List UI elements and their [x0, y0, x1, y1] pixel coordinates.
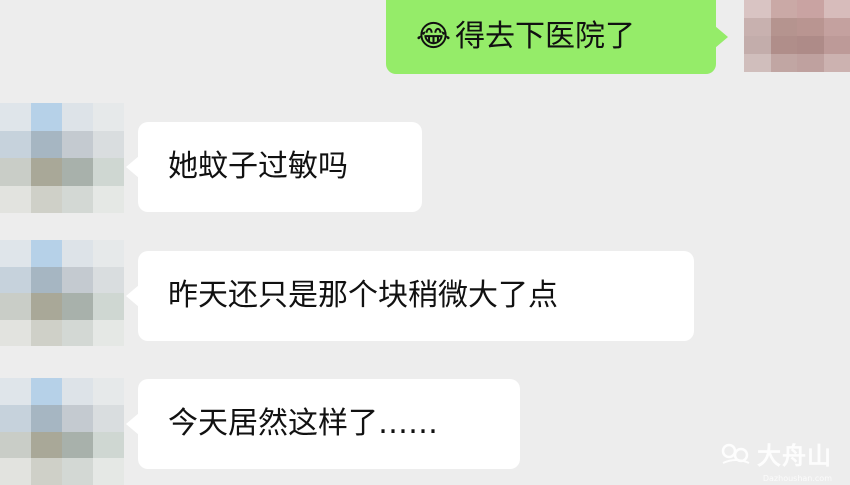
avatar-contact[interactable] [0, 103, 124, 213]
message-text: 得去下医院了 [455, 19, 636, 54]
avatar-contact[interactable] [0, 240, 124, 346]
dazhoushan-logo-icon [721, 443, 750, 464]
message-bubble-incoming[interactable]: 今天居然这样了…… [126, 379, 520, 469]
watermark-name: 大舟山 [757, 442, 832, 470]
message-text: 今天居然这样了…… [168, 406, 438, 441]
avatar-contact[interactable] [0, 378, 124, 485]
watermark: 大舟山 [719, 436, 832, 471]
watermark-url: Dazhoushan.com [762, 474, 832, 483]
laughing-emoji-icon: 😂 [416, 19, 452, 54]
message-text: 她蚊子过敏吗 [168, 149, 348, 184]
message-bubble-incoming[interactable]: 她蚊子过敏吗 [126, 122, 422, 212]
avatar-self[interactable] [744, 0, 850, 72]
message-bubble-outgoing[interactable]: 😂 得去下医院了 [386, 0, 728, 74]
message-text: 昨天还只是那个块稍微大了点 [168, 278, 558, 313]
message-bubble-incoming[interactable]: 昨天还只是那个块稍微大了点 [126, 251, 694, 341]
